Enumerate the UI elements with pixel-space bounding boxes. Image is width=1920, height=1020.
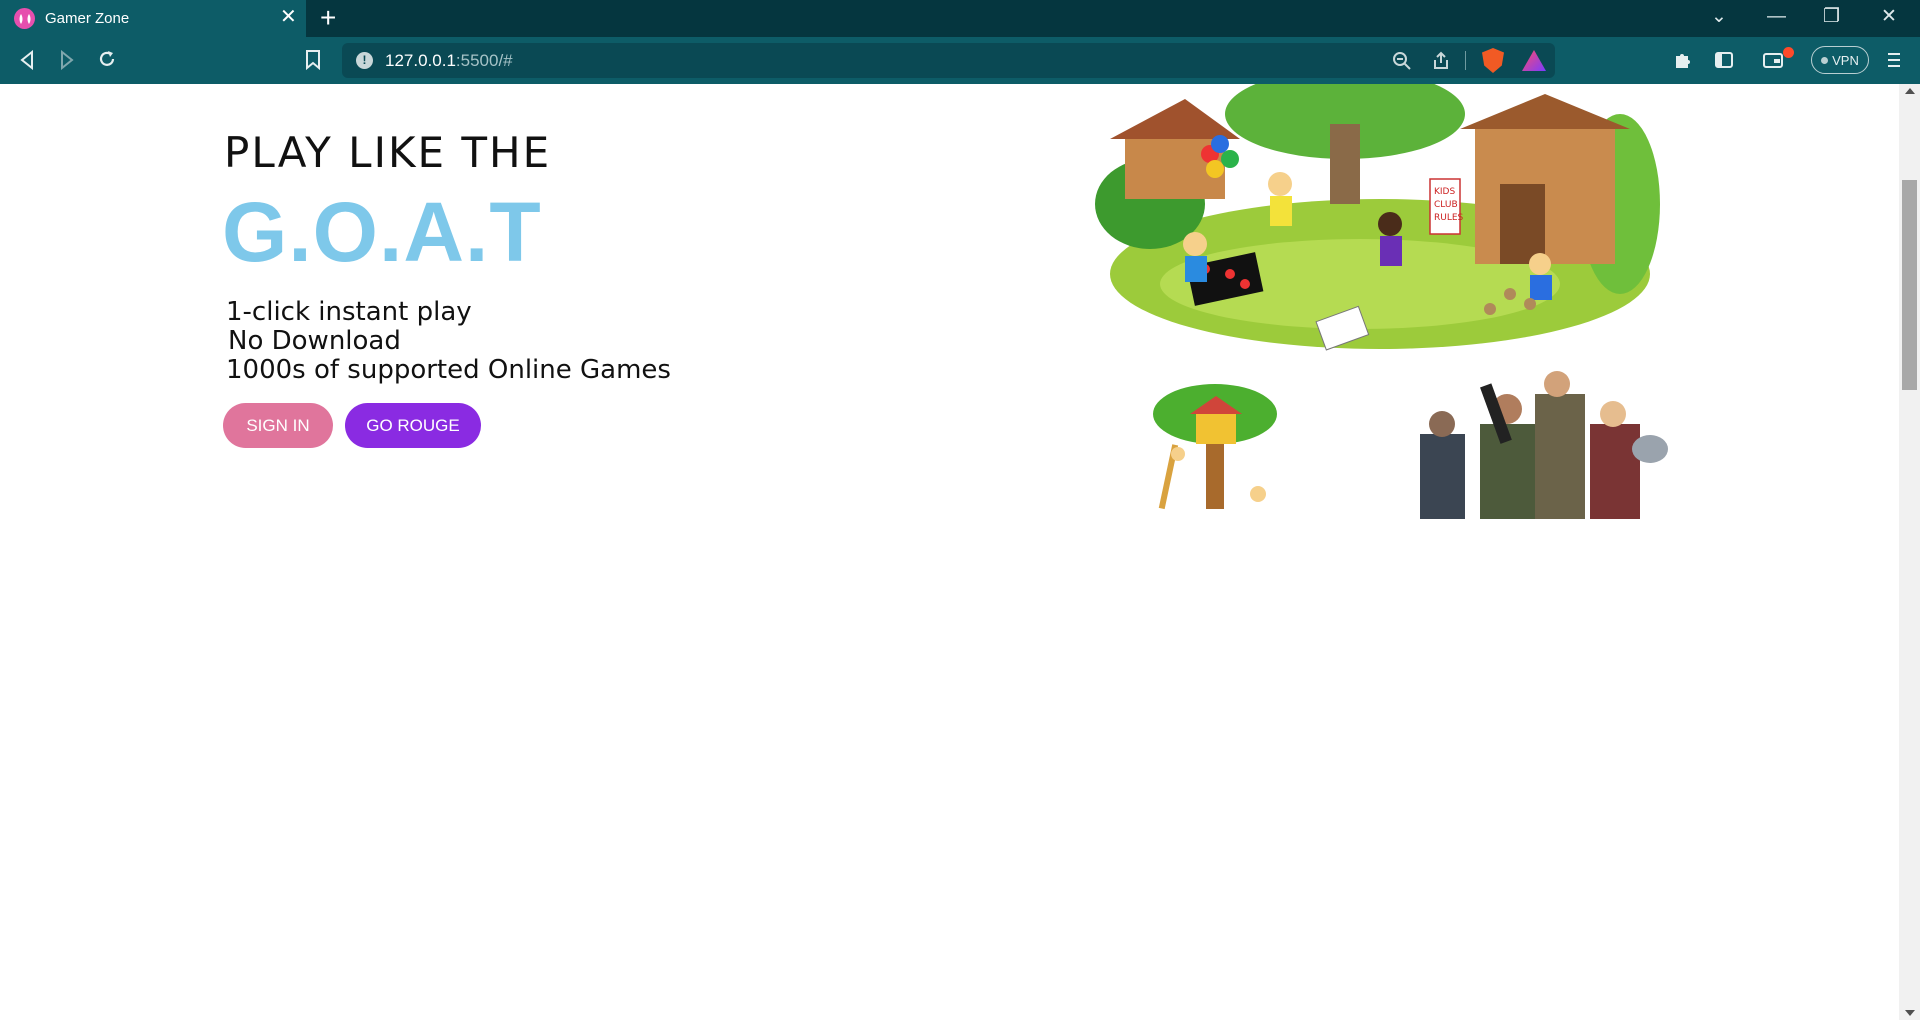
wallet-icon[interactable]	[1762, 51, 1784, 69]
site-info-icon[interactable]: !	[356, 52, 373, 69]
address-bar[interactable]: ! 127.0.0.1:5500/#	[342, 43, 1555, 78]
close-tab-icon[interactable]: ✕	[280, 7, 297, 27]
new-tab-icon[interactable]: +	[320, 4, 336, 32]
reload-icon[interactable]	[97, 49, 117, 69]
treehouse-illustration	[1153, 384, 1277, 510]
back-icon[interactable]	[18, 50, 36, 70]
restore-icon[interactable]: ❐	[1823, 6, 1840, 28]
url-text[interactable]: 127.0.0.1:5500/#	[385, 51, 513, 71]
page-content: PLAY LIKE THE G.O.A.T 1-click instant pl…	[0, 84, 1899, 1020]
extensions-icon[interactable]	[1673, 50, 1693, 70]
go-rouge-button[interactable]: GO ROUGE	[345, 403, 481, 448]
sign-text: KIDS	[1434, 187, 1455, 197]
sign-text: RULES	[1434, 213, 1464, 223]
kids-club-illustration: KIDS CLUB RULES	[1095, 84, 1660, 351]
forward-icon[interactable]	[58, 50, 76, 70]
menu-icon[interactable]	[1886, 50, 1902, 70]
favicon-icon	[14, 8, 35, 29]
notification-badge	[1783, 47, 1794, 58]
hero-highlight: G.O.A.T	[222, 185, 542, 279]
vpn-button[interactable]: VPN	[1811, 46, 1869, 74]
brave-rewards-icon[interactable]	[1522, 50, 1546, 71]
tab-title: Gamer Zone	[45, 10, 130, 27]
sign-in-button[interactable]: SIGN IN	[223, 403, 333, 448]
scroll-up-icon[interactable]	[1905, 88, 1915, 94]
vpn-label: VPN	[1832, 52, 1859, 68]
feature-item: 1-click instant play	[226, 297, 472, 327]
minimize-icon[interactable]: —	[1767, 6, 1786, 28]
page-scrollbar[interactable]	[1899, 84, 1920, 1020]
zoom-out-icon[interactable]	[1392, 51, 1412, 71]
bookmark-icon[interactable]	[305, 49, 321, 70]
tab-search-icon[interactable]: ⌄	[1711, 6, 1727, 28]
game-characters-illustration	[1420, 371, 1668, 519]
feature-item: 1000s of supported Online Games	[226, 355, 671, 385]
scroll-thumb[interactable]	[1902, 180, 1917, 390]
sign-text: CLUB	[1434, 200, 1458, 210]
feature-item: No Download	[228, 326, 401, 356]
close-window-icon[interactable]: ✕	[1881, 6, 1897, 28]
vpn-status-icon	[1821, 56, 1829, 64]
browser-tab[interactable]: Gamer Zone ✕	[0, 0, 306, 37]
scroll-down-icon[interactable]	[1905, 1010, 1915, 1016]
hero-headline: PLAY LIKE THE	[224, 128, 552, 177]
brave-shields-icon[interactable]	[1482, 48, 1504, 73]
share-icon[interactable]	[1432, 51, 1452, 71]
sidebar-icon[interactable]	[1714, 50, 1734, 70]
feature-list: 1-click instant play No Download 1000s o…	[226, 298, 671, 385]
omnibox-divider	[1465, 51, 1466, 70]
browser-toolbar: ! 127.0.0.1:5500/# VPN	[0, 37, 1920, 84]
tab-strip: Gamer Zone ✕ + ⌄ — ❐ ✕	[0, 0, 1920, 37]
